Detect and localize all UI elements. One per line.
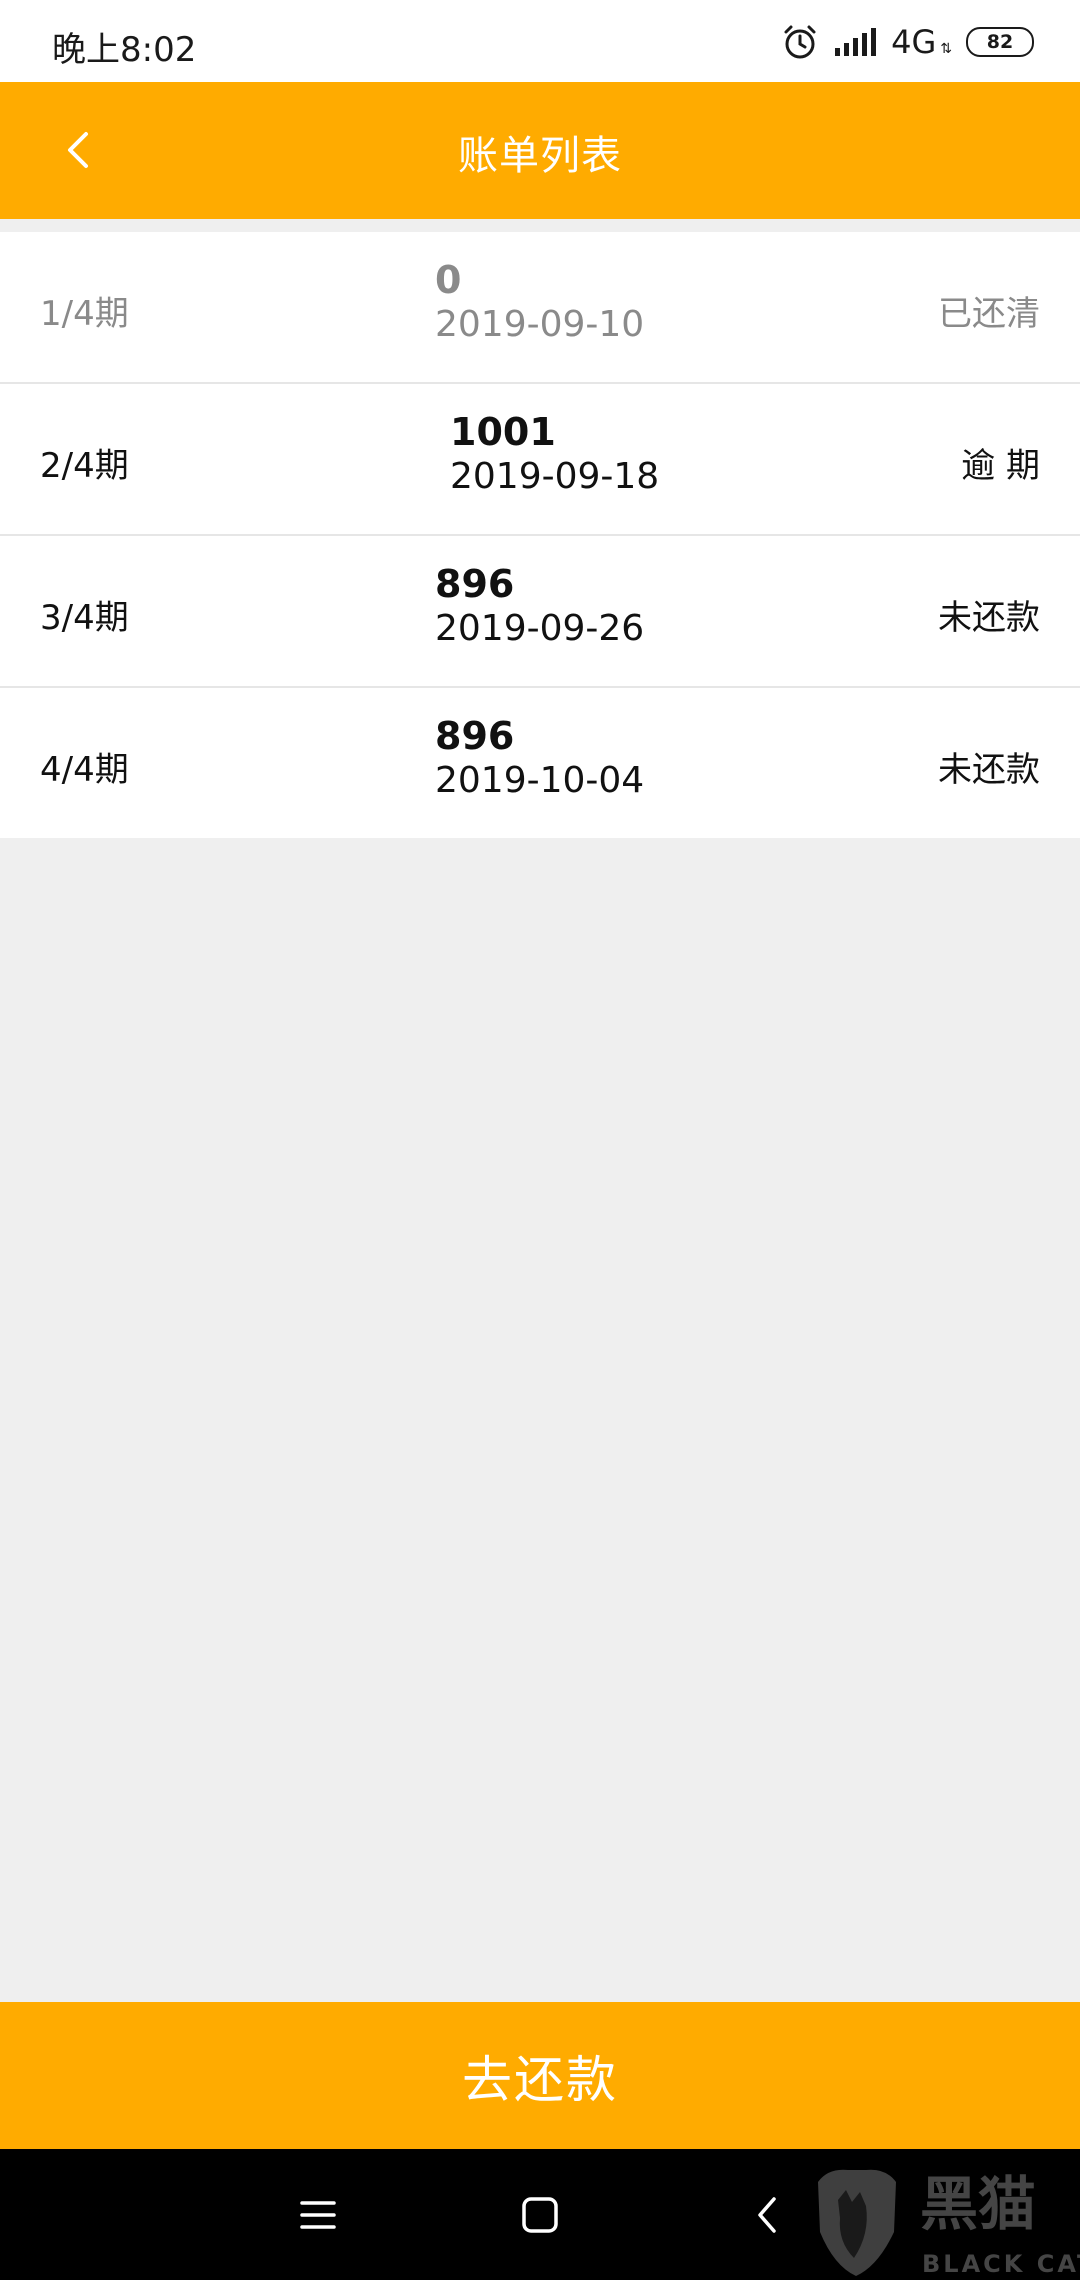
bill-status: 未还款 (938, 750, 1040, 790)
status-bar: 晚上8:02 4G ⇅ 82 (0, 0, 1080, 82)
pay-button[interactable]: 去还款 (0, 2002, 1080, 2149)
bill-period: 4/4期 (40, 750, 129, 790)
bill-period: 3/4期 (40, 598, 129, 638)
bill-row[interactable]: 3/4期 896 2019-09-26 未还款 (0, 536, 1080, 688)
bill-date: 2019-09-10 (435, 304, 645, 345)
battery-icon: 82 (966, 27, 1034, 57)
signal-icon (835, 28, 877, 56)
bill-status: 未还款 (938, 598, 1040, 638)
bill-period: 1/4期 (40, 294, 129, 334)
status-time: 晚上8:02 (52, 30, 197, 70)
blackcat-watermark: 黑猫 BLACK CAT (818, 2169, 1080, 2278)
bill-status: 逾 期 (961, 446, 1040, 486)
network-type: 4G (891, 23, 937, 61)
bill-date: 2019-09-18 (450, 456, 660, 497)
bill-amount: 1001 (450, 410, 556, 454)
bill-amount: 0 (435, 258, 462, 302)
watermark-brand-cn: 黑猫 (920, 2170, 1036, 2238)
bill-list: 1/4期 0 2019-09-10 已还清 2/4期 1001 2019-09-… (0, 232, 1080, 838)
bill-period: 2/4期 (40, 446, 129, 486)
data-activity-icon: ⇅ (940, 41, 952, 57)
bill-amount: 896 (435, 562, 515, 606)
battery-level: 82 (986, 31, 1014, 53)
alarm-icon (784, 25, 816, 59)
bill-date: 2019-10-04 (435, 760, 645, 801)
bill-row[interactable]: 1/4期 0 2019-09-10 已还清 (0, 232, 1080, 384)
page-title: 账单列表 (458, 133, 622, 179)
watermark-brand-en: BLACK CAT (922, 2250, 1080, 2278)
bill-row[interactable]: 2/4期 1001 2019-09-18 逾 期 (0, 384, 1080, 536)
bill-row[interactable]: 4/4期 896 2019-10-04 未还款 (0, 688, 1080, 838)
bill-amount: 896 (435, 714, 515, 758)
menu-icon[interactable] (296, 2193, 340, 2237)
back-icon[interactable] (746, 2193, 790, 2237)
status-icons: 4G ⇅ 82 (781, 20, 1034, 64)
bill-date: 2019-09-26 (435, 608, 645, 649)
home-icon[interactable] (518, 2193, 562, 2237)
app-header: 账单列表 (0, 82, 1080, 219)
bill-status: 已还清 (938, 294, 1040, 334)
